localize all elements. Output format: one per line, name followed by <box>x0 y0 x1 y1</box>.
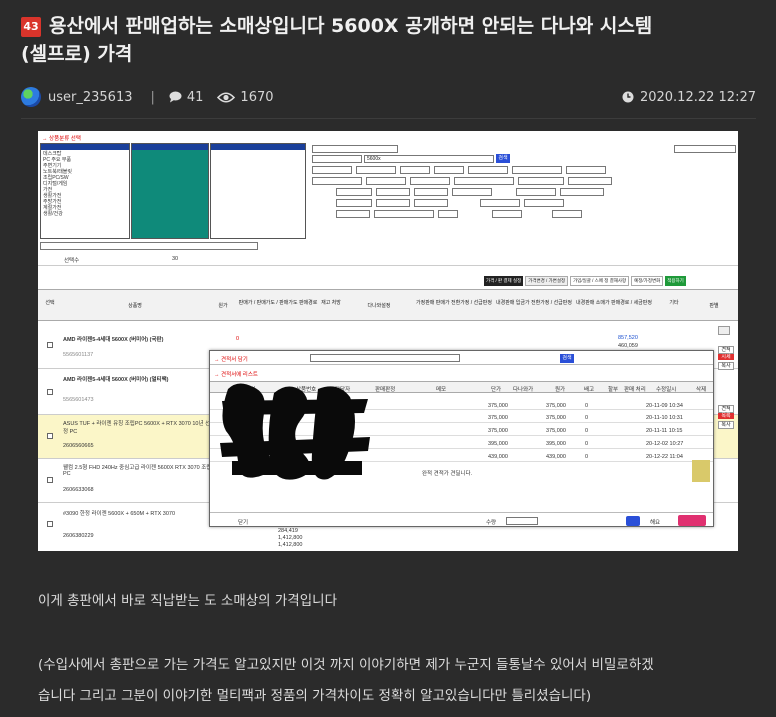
post-header: 43 용산에서 판매업하는 소매상입니다 5600X 공개하면 안되는 다나와 시… <box>21 12 756 68</box>
view-count: 1670 <box>217 89 274 105</box>
post-date-value: 2020.12.22 12:27 <box>639 89 756 105</box>
comment-count: 41 <box>169 89 204 105</box>
comment-count-value: 41 <box>186 89 204 105</box>
body-paragraph-1: 이게 총판에서 바로 직납받는 도 소매상의 가격입니다 <box>38 593 337 609</box>
comment-icon <box>169 91 182 103</box>
separator: | <box>150 89 155 105</box>
header-divider <box>21 118 756 119</box>
post-title: 43 용산에서 판매업하는 소매상입니다 5600X 공개하면 안되는 다나와 시… <box>21 12 756 68</box>
eye-icon <box>217 91 236 103</box>
embedded-screenshot: → 상품분류 선택 데스크탑 PC 주요 부품 주변기기 노트북/태블릿 조립PC/SW… <box>38 131 738 551</box>
body-paragraph-3: 습니다 그리고 그분이 이야기한 멀티팩과 정품의 가격차이도 정확히 알고있습… <box>38 688 592 704</box>
post-date: 2020.12.22 12:27 <box>622 90 756 105</box>
title-line-2: (셀프로) 가격 <box>21 43 133 65</box>
author-name[interactable]: user_235613 <box>48 90 132 105</box>
title-line-1: 용산에서 판매업하는 소매상입니다 5600X 공개하면 안되는 다나와 시스템 <box>49 15 653 37</box>
clock-icon <box>622 91 634 103</box>
body-paragraph-2: (수입사에서 총판으로 가는 가격도 알고있지만 이것 까지 이야기하면 제가 … <box>38 657 654 673</box>
post-meta: user_235613 | 41 1670 2020.12.22 12:27 <box>21 86 756 108</box>
post-number-badge: 43 <box>21 17 41 37</box>
view-count-value: 1670 <box>240 89 274 105</box>
avatar[interactable] <box>21 87 41 107</box>
redaction-scribble <box>220 383 370 480</box>
